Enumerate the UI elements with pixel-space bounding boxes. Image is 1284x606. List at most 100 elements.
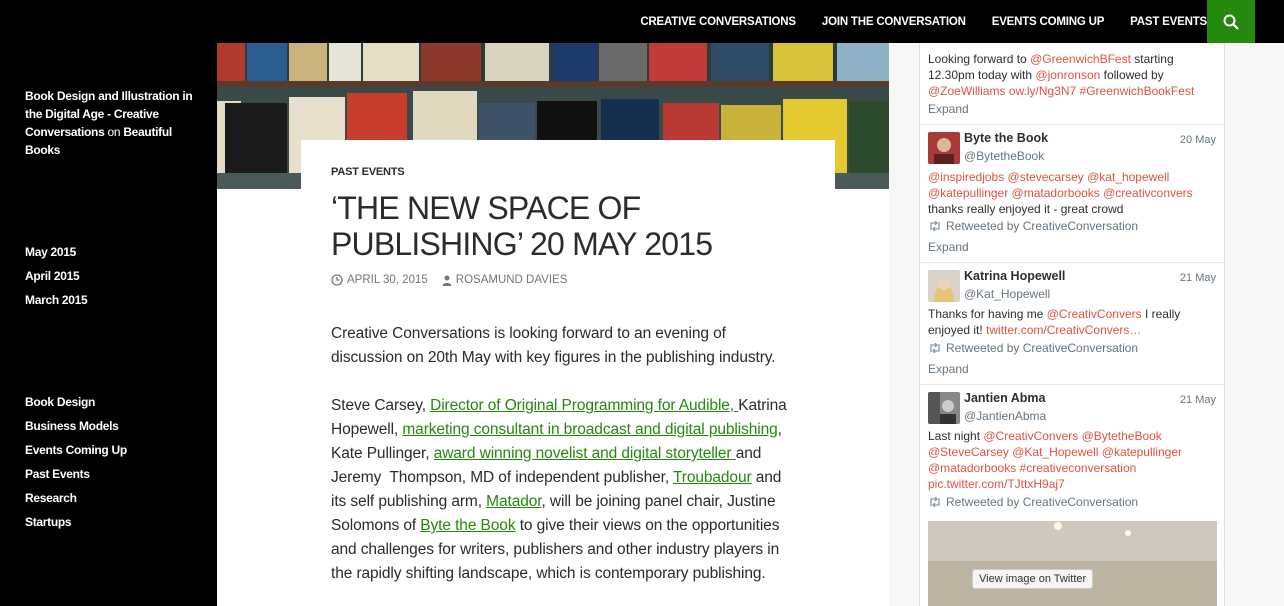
categories-title: CATEGORIES [25, 360, 95, 372]
paragraph-2-line-7: and challenges for writers, publishers a… [331, 541, 780, 558]
primary-menu: CREATIVE CONVERSATIONS JOIN THE CONVERSA… [614, 0, 1207, 43]
paragraph-2-line-6: Solomons of Byte the Book to give their … [331, 514, 801, 538]
nav-past-events[interactable]: PAST EVENTS [1130, 16, 1207, 28]
tweet-1-line-1[interactable]: @inspiredjobs @stevecarsey @kat_hopewell [928, 169, 1193, 185]
tweet-3-photo[interactable]: View image on Twitter [928, 521, 1217, 606]
tweet-2-author-name[interactable]: Katrina Hopewell [964, 269, 1065, 283]
nav-creative-conversations[interactable]: CREATIVE CONVERSATIONS [640, 16, 796, 28]
tweet-1-author-handle[interactable]: @BytetheBook [964, 149, 1044, 163]
archive-link-april-2015[interactable]: April 2015 [25, 267, 80, 285]
tweet-3-text: Last night @CreativConvers @BytetheBook … [928, 428, 1182, 492]
post-date-text: APRIL 30, 2015 [347, 274, 428, 286]
post-author[interactable]: ROSAMUND DAVIES [442, 274, 568, 286]
avatar-image [928, 270, 960, 302]
post-title: ‘THE NEW SPACE OF PUBLISHING’ 20 MAY 201… [331, 190, 791, 262]
mention-link[interactable]: @jonronson [1035, 68, 1100, 82]
avatar-jantien-abma[interactable] [928, 392, 960, 424]
avatar-image [928, 132, 960, 164]
recent-comment-post-link[interactable]: Book Design and Illustration in [25, 87, 193, 105]
tweet-2-line-2: enjoyed it! twitter.com/CreativConvers… [928, 322, 1180, 338]
link-matador[interactable]: Matador [486, 493, 541, 510]
recent-comment-target-link-2[interactable]: Books [25, 141, 60, 159]
mention-link[interactable]: @CreativConvers [1047, 307, 1142, 321]
archive-link-may-2015[interactable]: May 2015 [25, 243, 76, 261]
clock-icon [331, 274, 343, 286]
nav-join-the-conversation[interactable]: JOIN THE CONVERSATION [822, 16, 966, 28]
tweet-3-author-handle[interactable]: @JantienAbma [964, 409, 1046, 423]
text: to give their views on the opportunities [515, 517, 780, 534]
tweet-2-retweet-notice: Retweeted by CreativeConversation [928, 341, 1138, 355]
person-icon [442, 275, 452, 286]
post-date[interactable]: APRIL 30, 2015 [331, 274, 428, 286]
retweet-text: Retweeted by CreativeConversation [946, 341, 1139, 355]
tweet-1-retweet-notice: Retweeted by CreativeConversation [928, 219, 1138, 233]
category-link-research[interactable]: Research [25, 489, 77, 507]
tweet-1-author-name[interactable]: Byte the Book [964, 131, 1048, 145]
link-audible[interactable]: Director of Original Programming for Aud… [430, 397, 738, 414]
category-link-book-design[interactable]: Book Design [25, 393, 95, 411]
recent-comment-author-link[interactable]: Conversations [25, 125, 105, 139]
search-icon [1223, 14, 1239, 30]
paragraph-1-line-1: Creative Conversations is looking forwar… [331, 325, 726, 342]
recent-comment-post-link-2[interactable]: the Digital Age - Creative [25, 105, 159, 123]
text: enjoyed it! [928, 323, 987, 337]
category-link-business-models[interactable]: Business Models [25, 417, 119, 435]
text: Last night [928, 429, 984, 443]
tweet-3-line-4[interactable]: pic.twitter.com/TJttxH9aj7 [928, 476, 1182, 492]
tweet-3-line-2[interactable]: @SteveCarsey @Kat_Hopewell @katepullinge… [928, 444, 1182, 460]
url-link[interactable]: twitter.com/CreativConvers… [986, 323, 1141, 337]
link-byte-the-book[interactable]: Byte the Book [420, 517, 515, 534]
avatar-katrina-hopewell[interactable] [928, 270, 960, 302]
category-link-events-coming-up[interactable]: Events Coming Up [25, 441, 127, 459]
tweet-3-author-name[interactable]: Jantien Abma [964, 391, 1046, 405]
text: its self publishing arm, [331, 493, 487, 510]
tweet-3-date[interactable]: 21 May [1180, 394, 1216, 406]
tweet-2-date[interactable]: 21 May [1180, 272, 1216, 284]
paragraph-2-line-8: the rapidly shifting landscape, which is… [331, 565, 766, 582]
avatar-byte-the-book[interactable] [928, 132, 960, 164]
search-button[interactable] [1207, 0, 1255, 43]
post-title-line-1: ‘THE NEW SPACE OF [331, 190, 641, 226]
tweet-2-text: Thanks for having me @CreativConvers I r… [928, 306, 1180, 338]
twitter-timeline[interactable]: Looking forward to @GreenwichBFest start… [919, 43, 1225, 606]
link-marketing-consultant[interactable]: marketing consultant in broadcast and di… [402, 421, 777, 438]
retweet-icon [930, 221, 940, 231]
tweet-0-text: Looking forward to @GreenwichBFest start… [928, 51, 1194, 99]
text: Steve Carsey, [331, 397, 431, 414]
retweet-text: Retweeted by CreativeConversation [946, 495, 1139, 509]
tweet-2-line-1: Thanks for having me @CreativConvers I r… [928, 306, 1180, 322]
post-category-link[interactable]: PAST EVENTS [331, 166, 405, 178]
tweet-0-line-3[interactable]: @ZoeWilliams ow.ly/Ng3N7 #GreenwichBookF… [928, 83, 1194, 99]
mention-link[interactable]: @GreenwichBFest [1030, 52, 1131, 66]
text: I really [1141, 307, 1181, 321]
tweet-0-expand[interactable]: Expand [928, 102, 969, 116]
tweet-1-expand[interactable]: Expand [928, 240, 969, 254]
divider [920, 384, 1224, 385]
recent-comments-title: RECENT COMMENTS [25, 54, 135, 66]
tweet-1-line-3: thanks really enjoyed it - great crowd [928, 202, 1124, 216]
link-award-winning-novelist[interactable]: award winning novelist and digital story… [434, 445, 736, 462]
tweet-2-author-handle[interactable]: @Kat_Hopewell [964, 287, 1050, 301]
mention-link[interactable]: @CreativConvers @BytetheBook [983, 429, 1161, 443]
tags-title: TAGS [25, 582, 54, 594]
link-troubadour[interactable]: Troubadour [673, 469, 752, 486]
view-image-on-twitter-button[interactable]: View image on Twitter [972, 569, 1094, 589]
tweet-3-line-3[interactable]: @matadorbooks #creativeconversation [928, 460, 1182, 476]
tweet-2-expand[interactable]: Expand [928, 362, 969, 376]
tweet-1-date[interactable]: 20 May [1180, 134, 1216, 146]
article-paragraph-2: Steve Carsey, Director of Original Progr… [331, 394, 801, 586]
text: Hopewell, [331, 421, 403, 438]
category-link-startups[interactable]: Startups [25, 513, 72, 531]
tweet-0-line-2: 12.30pm today with @jonronson followed b… [928, 67, 1194, 83]
category-link-past-events[interactable]: Past Events [25, 465, 90, 483]
text: Solomons of [331, 517, 421, 534]
recent-comment-target-link[interactable]: Beautiful [123, 125, 172, 139]
recent-comment-on: on [107, 125, 121, 139]
archive-link-march-2015[interactable]: March 2015 [25, 291, 88, 309]
post-author-text: ROSAMUND DAVIES [455, 274, 568, 286]
paragraph-2-line-3: Kate Pullinger, award winning novelist a… [331, 442, 801, 466]
tweet-1-line-2[interactable]: @katepullinger @matadorbooks @creativcon… [928, 185, 1193, 201]
text: Looking forward to [928, 52, 1031, 66]
paragraph-1-line-2: discussion on 20th May with key figures … [331, 349, 776, 366]
nav-events-coming-up[interactable]: EVENTS COMING UP [992, 16, 1105, 28]
